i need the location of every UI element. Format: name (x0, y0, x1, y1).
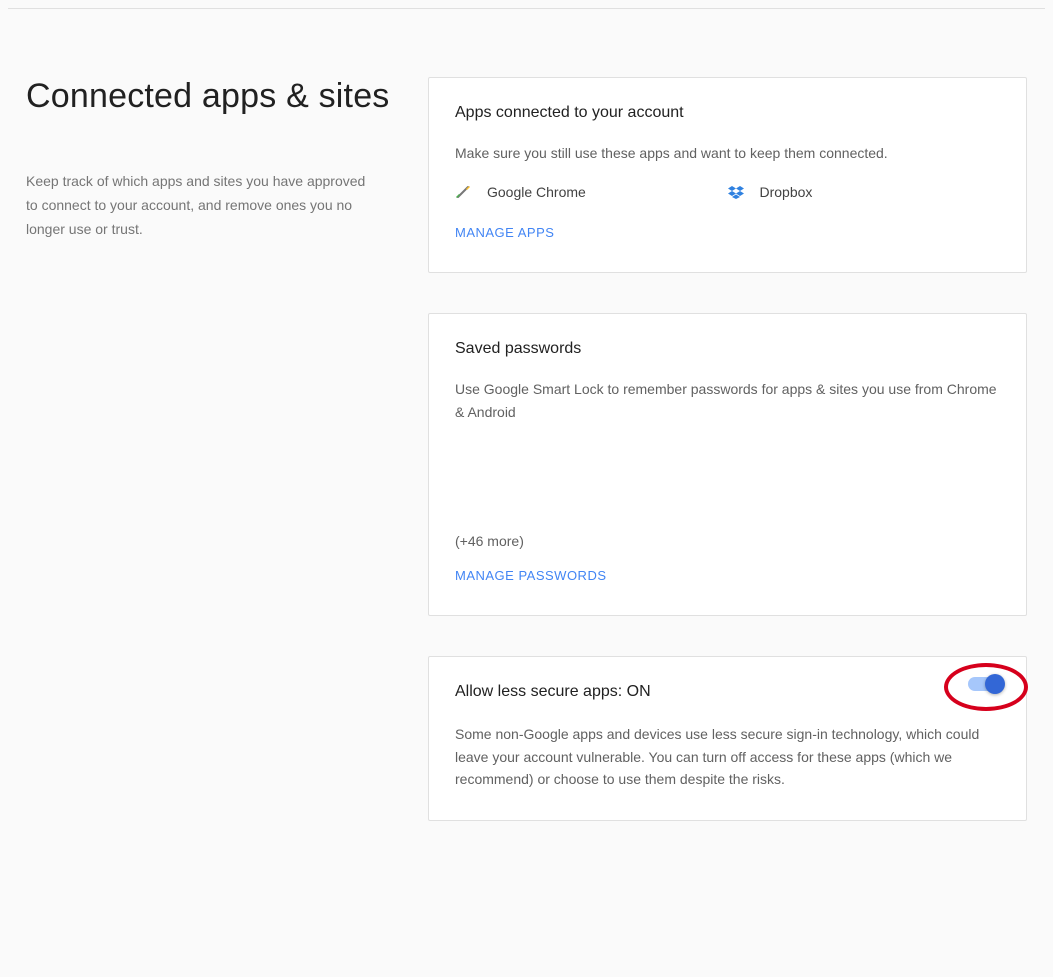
page-description: Keep track of which apps and sites you h… (26, 170, 376, 241)
card-connected-apps: Apps connected to your account Make sure… (428, 77, 1027, 273)
less-secure-toggle-holder (968, 677, 1002, 691)
app-label-dropbox: Dropbox (760, 184, 813, 200)
manage-passwords-link[interactable]: MANAGE PASSWORDS (455, 568, 607, 583)
manage-apps-link[interactable]: MANAGE APPS (455, 225, 554, 240)
less-secure-toggle[interactable] (968, 677, 1002, 691)
card-title-less-secure: Allow less secure apps: ON (455, 683, 1000, 701)
card-title-connected: Apps connected to your account (455, 104, 1000, 122)
app-item-chrome[interactable]: Google Chrome (455, 184, 728, 200)
connected-apps-row: Google Chrome Dropbox (455, 184, 1000, 200)
card-saved-passwords: Saved passwords Use Google Smart Lock to… (428, 313, 1027, 616)
card-less-secure-apps: Allow less secure apps: ON Some non-Goog… (428, 656, 1027, 821)
card-desc-connected: Make sure you still use these apps and w… (455, 142, 1000, 164)
card-desc-passwords: Use Google Smart Lock to remember passwo… (455, 378, 1000, 423)
toggle-knob (985, 674, 1005, 694)
right-column: Apps connected to your account Make sure… (428, 77, 1027, 821)
passwords-more-count: (+46 more) (455, 533, 1000, 549)
page-container: Connected apps & sites Keep track of whi… (0, 9, 1053, 861)
dropbox-icon (728, 184, 744, 200)
left-column: Connected apps & sites Keep track of whi… (26, 77, 428, 241)
app-item-dropbox[interactable]: Dropbox (728, 184, 1001, 200)
page-title: Connected apps & sites (26, 77, 428, 116)
card-title-passwords: Saved passwords (455, 340, 1000, 358)
card-desc-less-secure: Some non-Google apps and devices use les… (455, 723, 1000, 790)
chrome-icon (455, 184, 471, 200)
app-label-chrome: Google Chrome (487, 184, 586, 200)
